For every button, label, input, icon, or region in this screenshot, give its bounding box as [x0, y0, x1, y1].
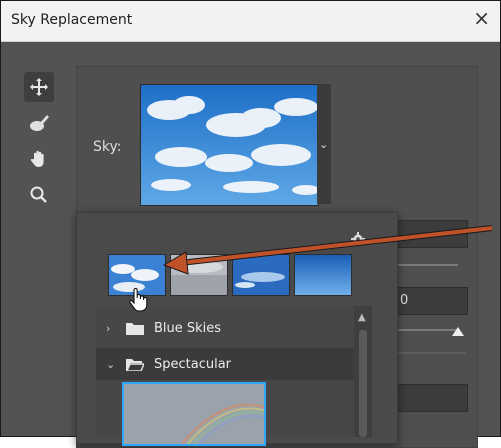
slider-knob[interactable]: [452, 327, 464, 336]
chevron-right-icon: ›: [106, 321, 111, 335]
chevron-down-icon: ⌄: [319, 138, 329, 151]
folder-spectacular[interactable]: ⌄ Spectacular: [96, 348, 354, 380]
adjust-field-1[interactable]: [396, 220, 468, 248]
move-tool[interactable]: [24, 72, 54, 102]
sky-label: Sky:: [93, 139, 122, 155]
chevron-down-icon: ⌄: [106, 357, 116, 371]
scroll-up-icon[interactable]: ▲: [358, 312, 366, 323]
zoom-tool[interactable]: [24, 180, 54, 210]
recent-sky-4[interactable]: [294, 254, 352, 296]
hand-tool[interactable]: [24, 144, 54, 174]
tool-strip: [20, 68, 58, 218]
sky-brush-icon: [30, 115, 49, 131]
folder-list-scrollbar[interactable]: ▲: [354, 306, 372, 437]
folder-label: Spectacular: [154, 356, 232, 372]
dialog-title: Sky Replacement: [11, 12, 133, 28]
value-field-text: 0: [400, 293, 409, 308]
title-bar: Sky Replacement ×: [1, 1, 500, 42]
folder-open-icon: [126, 359, 144, 371]
folder-blue-skies[interactable]: › Blue Skies: [96, 312, 354, 344]
sky-preview-thumbnail[interactable]: [140, 84, 319, 206]
recent-sky-3[interactable]: [232, 254, 290, 296]
folder-icon: [126, 323, 144, 335]
folder-label: Blue Skies: [154, 320, 222, 336]
sky-brush-tool[interactable]: [24, 108, 54, 138]
hand-pointer-cursor-icon: [129, 288, 148, 312]
sky-tile-rainbow[interactable]: [122, 382, 266, 446]
slider-track-1[interactable]: [396, 264, 458, 266]
slider-track-2[interactable]: [396, 329, 458, 331]
move-icon: [30, 78, 48, 96]
gear-icon[interactable]: [351, 232, 365, 246]
recent-sky-2[interactable]: [170, 254, 228, 296]
adjust-field-3[interactable]: [396, 384, 468, 412]
value-field[interactable]: 0: [396, 287, 468, 315]
zoom-icon: [30, 186, 47, 203]
close-button[interactable]: ×: [473, 8, 490, 28]
sky-dropdown-toggle[interactable]: ⌄: [317, 84, 331, 204]
hand-icon: [30, 150, 44, 167]
divider: [396, 352, 466, 354]
scrollbar-thumb[interactable]: [359, 330, 367, 437]
